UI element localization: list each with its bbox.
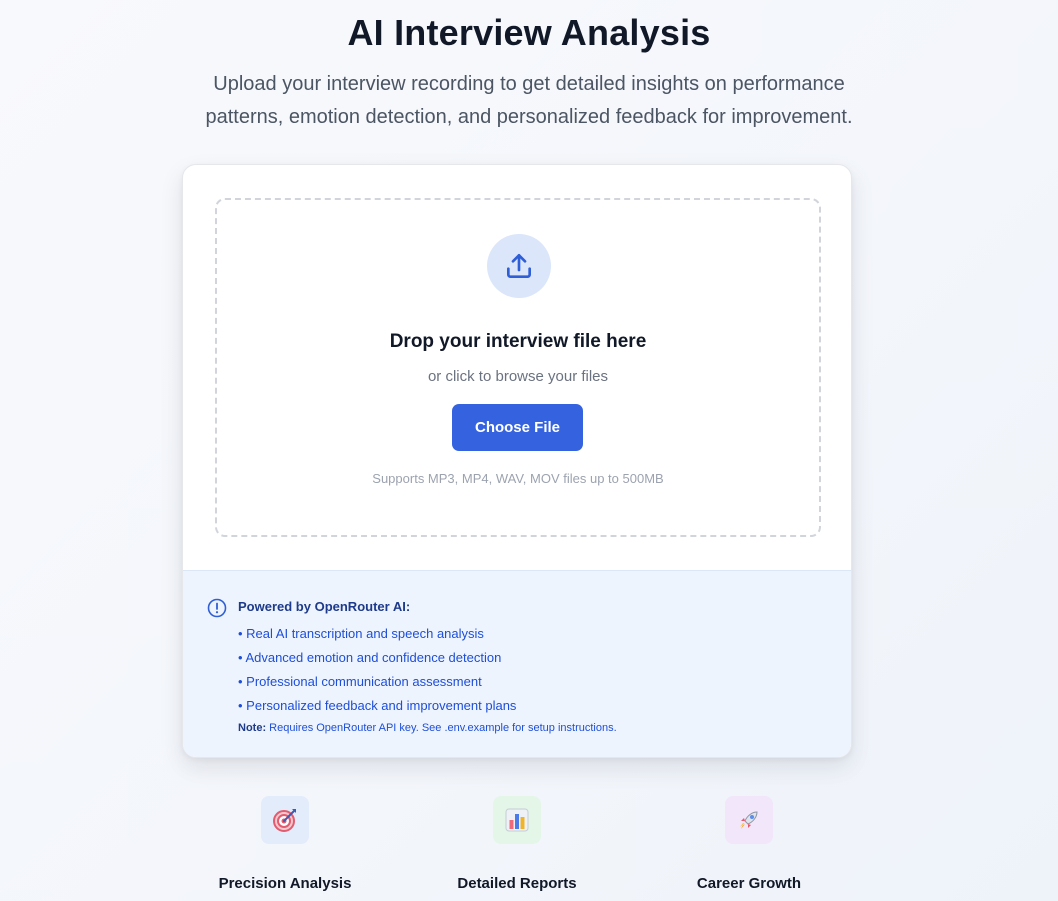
feature-precision-analysis: Precision Analysis [185, 796, 385, 892]
upload-icon [487, 234, 551, 298]
dropzone-title: Drop your interview file here [389, 331, 647, 352]
feature-label: Career Growth [696, 875, 802, 892]
page-subtitle: Upload your interview recording to get d… [0, 68, 1058, 134]
feature-label: Precision Analysis [218, 875, 352, 892]
bar-chart-icon [493, 796, 541, 844]
info-list-item: • Professional communication assessment [238, 674, 482, 689]
choose-file-button[interactable]: Choose File [452, 404, 583, 451]
info-note-text: Requires OpenRouter API key. See .env.ex… [269, 722, 617, 734]
info-note: Note: Requires OpenRouter API key. See .… [238, 722, 617, 734]
feature-detailed-reports: Detailed Reports [417, 796, 617, 892]
info-panel: Powered by OpenRouter AI: • Real AI tran… [183, 570, 851, 757]
supported-formats-text: Supports MP3, MP4, WAV, MOV files up to … [372, 471, 664, 486]
info-note-label: Note: [238, 722, 267, 734]
dropzone-subtitle: or click to browse your files [427, 368, 609, 385]
upload-card: Drop your interview file here or click t… [182, 164, 852, 758]
info-title: Powered by OpenRouter AI: [238, 599, 411, 614]
feature-label: Detailed Reports [457, 875, 577, 892]
info-list-item: • Advanced emotion and confidence detect… [238, 650, 502, 665]
file-dropzone[interactable]: Drop your interview file here or click t… [215, 198, 821, 537]
info-list-item: • Personalized feedback and improvement … [238, 698, 517, 713]
page-title: AI Interview Analysis [347, 12, 711, 53]
info-icon [207, 598, 227, 618]
page-subtitle-line-1: Upload your interview recording to get d… [213, 73, 845, 95]
info-list-item: • Real AI transcription and speech analy… [238, 626, 484, 641]
target-icon [261, 796, 309, 844]
rocket-icon [725, 796, 773, 844]
info-feature-list: • Real AI transcription and speech analy… [238, 622, 516, 718]
page-subtitle-line-2: patterns, emotion detection, and persona… [205, 106, 853, 128]
feature-career-growth: Career Growth [649, 796, 849, 892]
